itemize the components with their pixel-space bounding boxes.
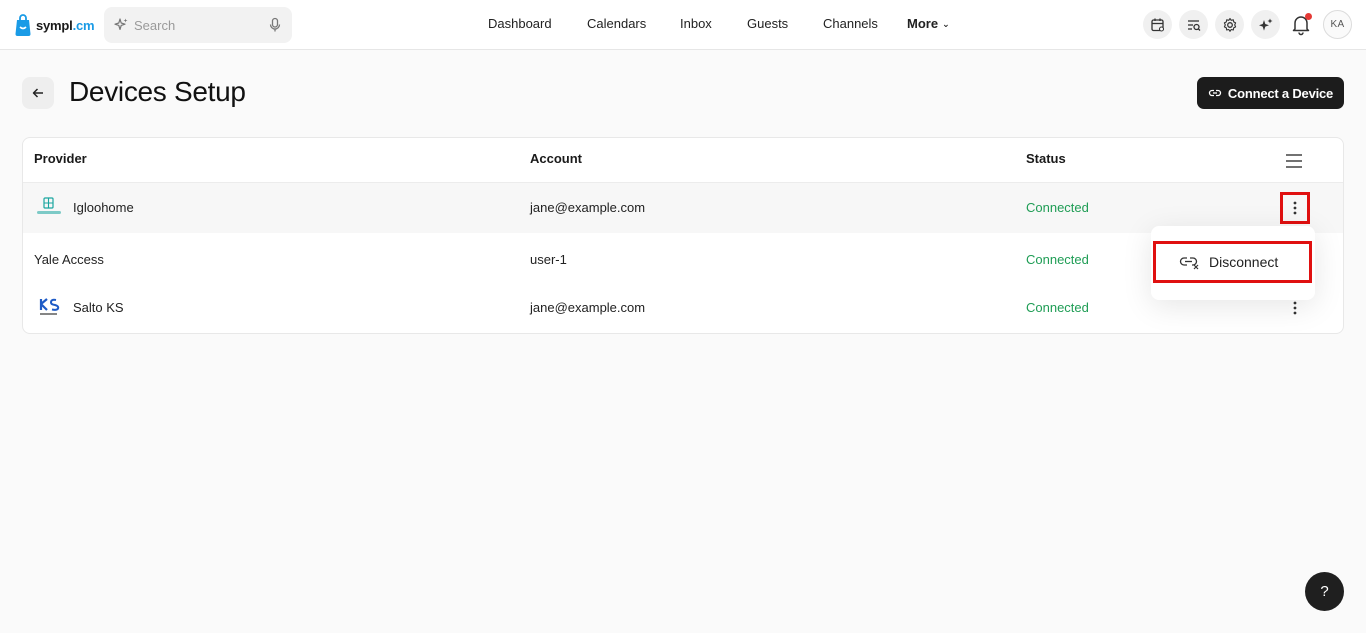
account-value: jane@example.com (530, 300, 646, 315)
sparkles-icon (1258, 18, 1272, 31)
gear-icon (1223, 17, 1236, 32)
connect-device-button[interactable]: Connect a Device (1197, 77, 1344, 109)
sparkle-icon (114, 18, 128, 30)
nav-more[interactable]: More ⌄ (907, 16, 950, 31)
status-badge: Connected (1026, 200, 1089, 215)
more-vertical-icon (1293, 301, 1297, 315)
notification-badge (1305, 13, 1312, 20)
microphone-icon[interactable] (267, 17, 283, 33)
nav-inbox[interactable]: Inbox (680, 16, 712, 31)
row-actions-button[interactable] (1280, 192, 1310, 224)
page-title: Devices Setup (69, 76, 246, 107)
devices-table: Provider Account Status Igloohome jane@e… (22, 137, 1344, 334)
bag-logo-icon (15, 14, 31, 36)
account-value: user-1 (530, 252, 567, 267)
provider-name: Igloohome (73, 200, 134, 215)
link-icon (1208, 89, 1222, 97)
igloohome-logo-icon (37, 197, 61, 214)
table-row: Yale Access user-1 Connected (23, 233, 1343, 283)
more-vertical-icon (1293, 201, 1297, 215)
app-logo-text: sympl.cm (36, 17, 95, 33)
search-input[interactable] (134, 15, 264, 35)
search-box[interactable] (104, 7, 292, 43)
nav-dashboard[interactable]: Dashboard (488, 16, 552, 31)
table-row: Igloohome jane@example.com Connected (23, 183, 1343, 233)
back-button[interactable] (22, 77, 54, 109)
nav-calendars[interactable]: Calendars (587, 16, 646, 31)
user-avatar[interactable]: KA (1323, 10, 1352, 39)
list-search-icon (1187, 19, 1200, 31)
column-settings-icon[interactable] (1285, 152, 1303, 170)
account-value: jane@example.com (530, 200, 646, 215)
chevron-down-icon: ⌄ (942, 19, 950, 29)
row-actions-menu: Disconnect (1151, 226, 1315, 300)
disconnect-label: Disconnect (1209, 254, 1279, 270)
calendar-settings-button[interactable] (1143, 10, 1172, 39)
provider-name: Salto KS (73, 300, 124, 315)
column-header-status: Status (1026, 151, 1066, 166)
table-row: Salto KS jane@example.com Connected (23, 283, 1343, 333)
ai-assistant-button[interactable] (1251, 10, 1280, 39)
help-button[interactable]: ? (1305, 572, 1344, 611)
top-navigation-bar: sympl.cm Dashboard Calendars Inbox Guest… (0, 0, 1366, 50)
status-badge: Connected (1026, 300, 1089, 315)
column-header-provider: Provider (34, 151, 87, 166)
provider-name: Yale Access (34, 252, 104, 267)
connect-device-label: Connect a Device (1227, 85, 1334, 101)
calendar-gear-icon (1150, 18, 1164, 32)
nav-guests[interactable]: Guests (747, 16, 788, 31)
search-list-button[interactable] (1179, 10, 1208, 39)
status-badge: Connected (1026, 252, 1089, 267)
app-logo[interactable]: sympl.cm (13, 12, 95, 38)
nav-channels[interactable]: Channels (823, 16, 878, 31)
disconnect-menu-item[interactable]: Disconnect (1153, 241, 1312, 283)
salto-ks-logo-icon (39, 298, 60, 315)
unlink-icon (1179, 257, 1199, 270)
settings-button[interactable] (1215, 10, 1244, 39)
notifications-button[interactable] (1289, 12, 1313, 36)
column-header-account: Account (530, 151, 582, 166)
arrow-left-icon (32, 88, 43, 98)
